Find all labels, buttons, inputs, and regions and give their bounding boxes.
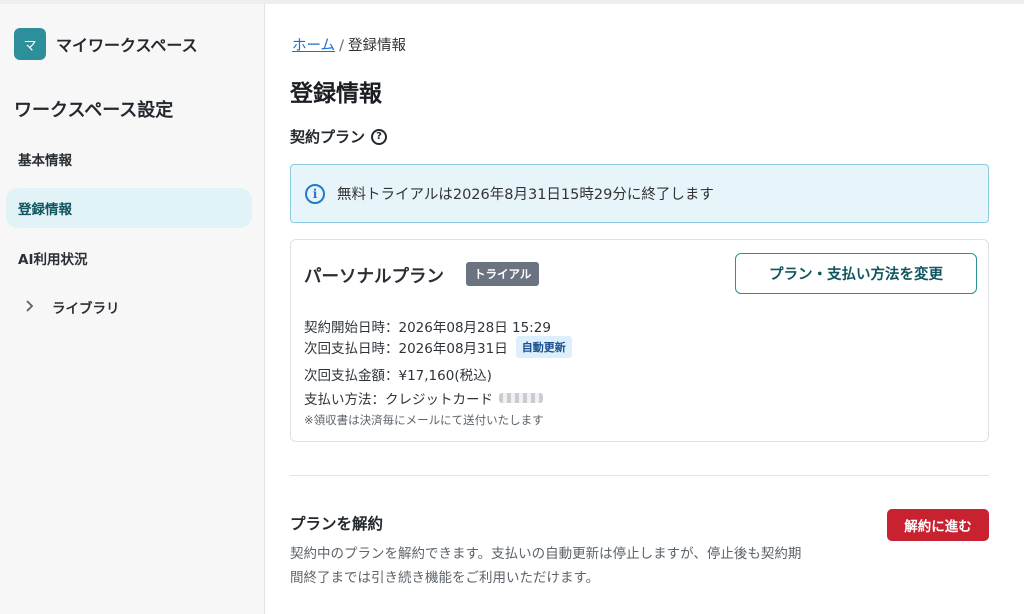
sidebar-item-basic-info[interactable]: 基本情報 bbox=[6, 139, 252, 179]
payment-method-value: クレジットカード bbox=[385, 392, 493, 408]
sidebar-item-ai-usage[interactable]: AI利用状況 bbox=[6, 238, 252, 278]
chevron-right-icon[interactable] bbox=[24, 298, 34, 316]
payment-method-row: 支払い方法： クレジットカード bbox=[304, 388, 543, 408]
sidebar-item-library[interactable]: ライブラリ bbox=[6, 287, 252, 327]
contract-plan-heading: 契約プラン ? bbox=[290, 126, 388, 147]
breadcrumb-separator: / bbox=[339, 38, 344, 54]
cancel-plan-description: 契約中のプランを解約できます。支払いの自動更新は停止しますが、停止後も契約期間終… bbox=[290, 546, 802, 586]
sidebar-item-label: 登録情報 bbox=[18, 202, 72, 218]
trial-badge: トライアル bbox=[466, 262, 540, 286]
page-title: 登録情報 bbox=[290, 81, 382, 107]
sidebar-title: ワークスペース設定 bbox=[14, 100, 174, 121]
trial-notice-text: 無料トライアルは2026年8月31日15時29分に終了します bbox=[337, 187, 714, 203]
cancel-plan-title: プランを解約 bbox=[290, 515, 384, 533]
sidebar-item-label: AI利用状況 bbox=[18, 252, 88, 268]
section-label: 契約プラン bbox=[290, 128, 366, 146]
sidebar-item-label: ライブラリ bbox=[52, 301, 120, 317]
cancel-plan-button[interactable]: 解約に進む bbox=[887, 509, 989, 541]
sidebar-item-label: 基本情報 bbox=[18, 153, 72, 169]
breadcrumb-current: 登録情報 bbox=[347, 38, 406, 54]
contract-start-value: 2026年08月28日 15:29 bbox=[398, 320, 551, 336]
workspace-switcher[interactable]: マ マイワークスペース bbox=[14, 28, 198, 60]
plan-card: パーソナルプラン トライアル プラン・支払い方法を変更 契約開始日時： 2026年… bbox=[290, 239, 989, 442]
next-payment-label: 次回支払日時： bbox=[304, 341, 399, 357]
contract-start-row: 契約開始日時： 2026年08月28日 15:29 bbox=[304, 316, 551, 336]
section-divider bbox=[290, 475, 989, 476]
contract-start-label: 契約開始日時： bbox=[304, 320, 399, 336]
payment-amount-row: 次回支払金額： ¥17,160(税込) bbox=[304, 364, 492, 384]
breadcrumb: ホーム / 登録情報 bbox=[292, 34, 406, 55]
trial-notice: i 無料トライアルは2026年8月31日15時29分に終了します bbox=[290, 164, 989, 223]
next-payment-row: 次回支払日時： 2026年08月31日 自動更新 bbox=[304, 336, 572, 358]
workspace-name: マイワークスペース bbox=[56, 36, 198, 55]
plan-name: パーソナルプラン bbox=[304, 267, 444, 287]
payment-method-label: 支払い方法： bbox=[304, 392, 385, 408]
sidebar: マ マイワークスペース ワークスペース設定 基本情報 登録情報 AI利用状況 ラ… bbox=[0, 4, 265, 614]
sidebar-item-registration-info[interactable]: 登録情報 bbox=[6, 188, 252, 228]
info-icon: i bbox=[305, 183, 325, 204]
change-plan-button[interactable]: プラン・支払い方法を変更 bbox=[735, 253, 977, 294]
help-icon[interactable]: ? bbox=[371, 128, 388, 145]
next-payment-value: 2026年08月31日 bbox=[398, 341, 508, 357]
payment-amount-value: ¥17,160(税込) bbox=[398, 368, 492, 384]
breadcrumb-home-link[interactable]: ホーム bbox=[292, 38, 335, 54]
masked-card-number bbox=[499, 393, 543, 403]
payment-amount-label: 次回支払金額： bbox=[304, 368, 399, 384]
auto-renew-badge: 自動更新 bbox=[515, 336, 572, 358]
workspace-avatar: マ bbox=[14, 28, 46, 60]
receipt-note: ※領収書は決済毎にメールにて送付いたします bbox=[304, 413, 544, 427]
